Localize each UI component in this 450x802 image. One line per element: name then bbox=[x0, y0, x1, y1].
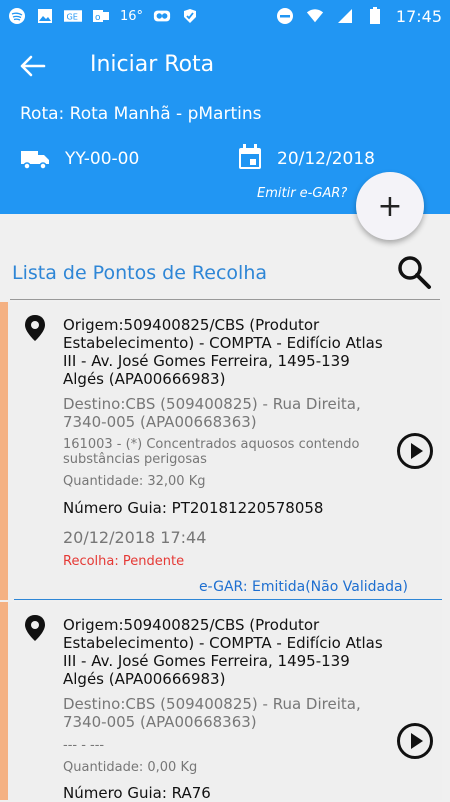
origin-text: Origem:509400825/CBS (Produtor Estabelec… bbox=[63, 616, 383, 688]
image-icon bbox=[36, 7, 54, 25]
destination-text: Destino:CBS (509400825) - Rua Direita, 7… bbox=[63, 395, 361, 431]
status-bar-strip bbox=[0, 302, 8, 600]
spotify-icon bbox=[8, 7, 26, 25]
list-item[interactable]: Origem:509400825/CBS (Produtor Estabelec… bbox=[0, 602, 442, 802]
check-icon bbox=[181, 7, 199, 25]
destination-text: Destino:CBS (509400825) - Rua Direita, 7… bbox=[63, 695, 361, 731]
location-pin-icon bbox=[24, 614, 46, 642]
origin-text: Origem:509400825/CBS (Produtor Estabelec… bbox=[63, 316, 383, 388]
quantity-text: Quantidade: 32,00 Kg bbox=[63, 474, 206, 489]
add-button[interactable]: + bbox=[356, 172, 424, 240]
ge-icon: GE bbox=[64, 7, 82, 25]
signal-icon bbox=[336, 7, 354, 25]
guide-number-text: Número Guia: PT20181220578058 bbox=[63, 499, 324, 517]
location-pin-icon bbox=[24, 314, 46, 342]
back-arrow-icon[interactable] bbox=[18, 54, 48, 78]
page-title: Iniciar Rota bbox=[90, 52, 215, 77]
datetime-text: 20/12/2018 17:44 bbox=[63, 528, 207, 547]
svg-text:GE: GE bbox=[66, 11, 78, 21]
status-bar: GE o 16° 17:45 bbox=[0, 0, 450, 32]
truck-icon bbox=[20, 147, 50, 171]
route-date: 20/12/2018 bbox=[277, 149, 375, 169]
battery-icon bbox=[366, 7, 384, 25]
item-divider bbox=[14, 599, 442, 600]
status-bar-strip bbox=[0, 602, 8, 800]
product-text: 161003 - (*) Concentrados aquosos conten… bbox=[63, 437, 360, 467]
dnd-icon bbox=[276, 7, 294, 25]
owl-icon bbox=[153, 7, 171, 25]
play-circle-icon[interactable] bbox=[396, 432, 434, 470]
quantity-text: Quantidade: 0,00 Kg bbox=[63, 760, 198, 775]
guide-number-text: Número Guia: RA76 bbox=[63, 784, 211, 802]
list-item[interactable]: Origem:509400825/CBS (Produtor Estabelec… bbox=[0, 302, 442, 600]
route-label: Rota: Rota Manhã - pMartins bbox=[20, 104, 262, 124]
temperature-text: 16° bbox=[120, 8, 144, 24]
wifi-icon bbox=[306, 7, 324, 25]
clock-text: 17:45 bbox=[395, 6, 442, 26]
emit-egar-link[interactable]: Emitir e-GAR? bbox=[257, 186, 347, 201]
play-circle-icon[interactable] bbox=[396, 722, 434, 760]
outlook-icon: o bbox=[92, 7, 110, 25]
egar-status[interactable]: e-GAR: Emitida(Não Validada) bbox=[199, 579, 408, 595]
product-text: --- - --- bbox=[63, 738, 105, 753]
list-divider bbox=[10, 299, 440, 300]
search-icon[interactable] bbox=[396, 254, 432, 290]
collection-status: Recolha: Pendente bbox=[63, 554, 185, 569]
svg-text:o: o bbox=[95, 13, 101, 23]
list-title: Lista de Pontos de Recolha bbox=[12, 262, 268, 284]
vehicle-plate: YY-00-00 bbox=[65, 149, 140, 169]
calendar-icon bbox=[238, 144, 262, 170]
